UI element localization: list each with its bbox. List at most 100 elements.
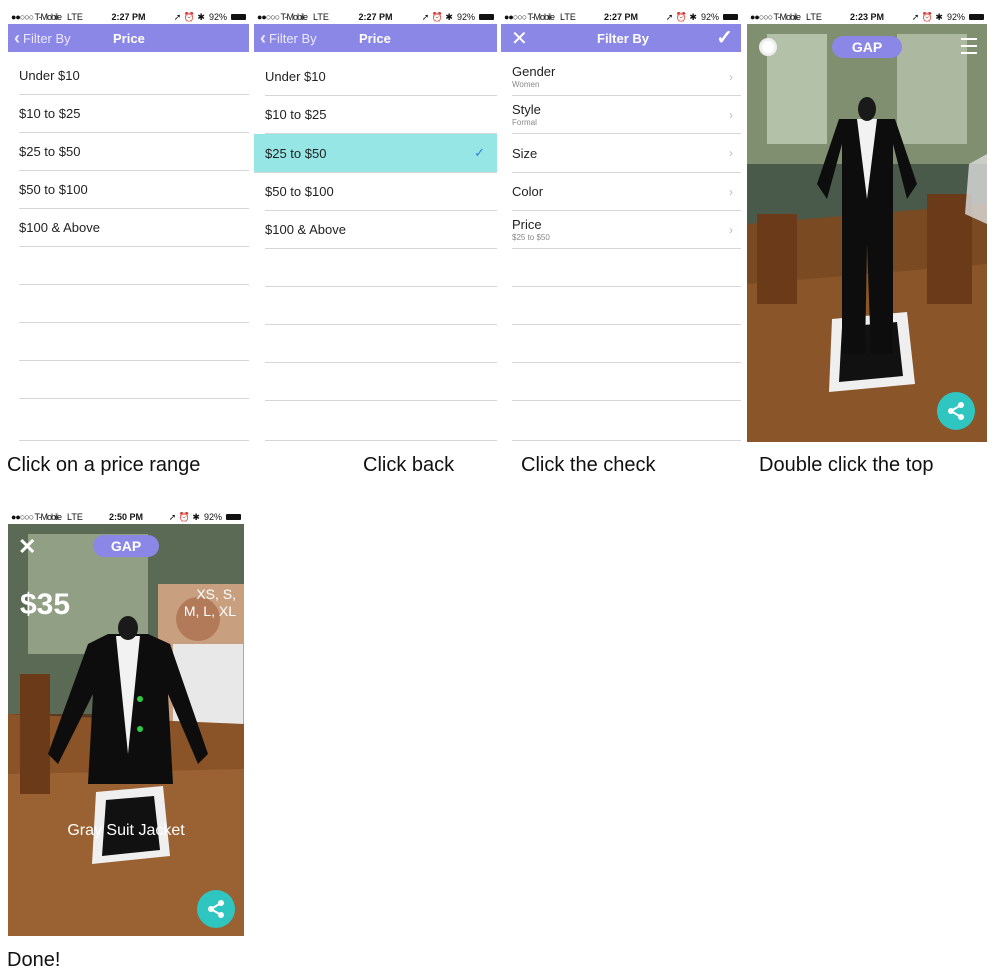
battery-level: 92%	[456, 12, 475, 22]
caption-step-4: Double click the top	[759, 454, 934, 476]
status-icons: ➚ ⏰ ✱	[911, 11, 943, 22]
nav-title: Price	[113, 30, 145, 46]
clock: 2:27 PM	[358, 12, 393, 22]
sizes-line: M, L, XL	[183, 603, 236, 619]
row-label: $50 to $100	[19, 182, 88, 197]
network: LTE	[313, 12, 329, 22]
carrier: ●●○○○ T-Mobile	[750, 12, 801, 22]
back-label: Filter By	[269, 30, 317, 46]
row-label: $100 & Above	[19, 220, 100, 235]
empty-row	[512, 363, 741, 401]
status-icons: ➚ ⏰ ✱	[665, 11, 697, 22]
back-button[interactable]: ‹ Filter By	[14, 24, 71, 52]
sizes-label: XS, S, M, L, XL	[184, 586, 236, 620]
nav-title: Filter By	[597, 30, 650, 46]
filter-row-size[interactable]: Size ›	[512, 134, 741, 173]
carrier: ●●○○○ T-Mobile	[504, 12, 555, 22]
screen-ar-view: ●●○○○ T-Mobile LTE 2:23 PM ➚ ⏰ ✱ 92% GAP	[747, 10, 987, 442]
network: LTE	[806, 12, 822, 22]
list-item-selected[interactable]: $25 to $50 ✓	[254, 134, 497, 173]
status-bar: ●●○○○ T-Mobile LTE 2:23 PM ➚ ⏰ ✱ 92%	[747, 10, 987, 24]
carrier: ●●○○○ T-Mobile	[257, 12, 308, 22]
caption-step-5: Done!	[7, 949, 61, 971]
filter-row-style[interactable]: Style Formal ›	[512, 96, 741, 134]
list-item[interactable]: Under $10	[19, 57, 249, 95]
list-item[interactable]: $25 to $50	[19, 133, 249, 171]
list-item[interactable]: $10 to $25	[265, 96, 497, 134]
battery-level: 92%	[208, 12, 227, 22]
empty-row	[19, 323, 249, 361]
carrier: ●●○○○ T-Mobile	[11, 12, 62, 22]
battery-level: 92%	[203, 512, 222, 522]
list-item[interactable]: $100 & Above	[265, 211, 497, 249]
caption-step-1: Click on a price range	[7, 454, 201, 476]
network: LTE	[67, 512, 83, 522]
close-icon[interactable]: ✕	[18, 534, 36, 560]
row-label: $50 to $100	[265, 184, 334, 199]
nav-bar: ✕ Filter By ✓	[501, 24, 741, 52]
list-item[interactable]: $100 & Above	[19, 209, 249, 247]
empty-row	[265, 249, 497, 287]
battery-icon	[226, 514, 241, 520]
share-icon	[208, 900, 224, 918]
brand-badge: GAP	[93, 535, 159, 557]
list-item[interactable]: $50 to $100	[19, 171, 249, 209]
row-label: Under $10	[19, 68, 80, 83]
row-label: Under $10	[265, 69, 326, 84]
nav-bar: ‹ Filter By Price	[254, 24, 497, 52]
brand-badge: GAP	[832, 36, 902, 58]
empty-row	[512, 287, 741, 325]
empty-row	[19, 361, 249, 399]
screen-price-selected: ●●○○○ T-Mobile LTE 2:27 PM ➚ ⏰ ✱ 92% ‹ Fi…	[254, 10, 497, 442]
watch-icon[interactable]	[759, 38, 777, 56]
chevron-left-icon: ‹	[14, 27, 20, 48]
filter-row-gender[interactable]: Gender Women ›	[512, 58, 741, 96]
row-value: $25 to $50	[512, 233, 550, 242]
sizes-line: XS, S,	[196, 586, 236, 602]
filter-row-color[interactable]: Color ›	[512, 173, 741, 211]
list-item[interactable]: Under $10	[265, 58, 497, 96]
battery-level: 92%	[946, 12, 965, 22]
status-icons: ➚ ⏰ ✱	[168, 511, 200, 522]
clock: 2:50 PM	[108, 512, 144, 522]
battery-level: 92%	[700, 12, 719, 22]
network: LTE	[560, 12, 576, 22]
share-button[interactable]	[937, 392, 975, 430]
close-icon[interactable]: ✕	[511, 26, 528, 51]
check-icon[interactable]: ✓	[716, 25, 733, 50]
empty-row	[265, 287, 497, 325]
battery-icon	[479, 14, 494, 20]
back-button[interactable]: ‹ Filter By	[260, 24, 317, 52]
battery-icon	[723, 14, 738, 20]
status-bar: ●●○○○ T-Mobile LTE 2:27 PM ➚ ⏰ ✱ 92%	[254, 10, 497, 24]
status-bar: ●●○○○ T-Mobile LTE 2:27 PM ➚ ⏰ ✱ 92%	[501, 10, 741, 24]
empty-row	[512, 325, 741, 363]
battery-icon	[231, 14, 246, 20]
chevron-left-icon: ‹	[260, 27, 266, 48]
status-icons: ➚ ⏰ ✱	[173, 11, 205, 22]
row-label: Style	[512, 102, 541, 117]
settings-sliders-icon[interactable]	[961, 38, 977, 54]
empty-row	[19, 399, 249, 441]
row-label: $25 to $50	[265, 145, 327, 161]
checkmark-icon: ✓	[474, 145, 485, 160]
list-item[interactable]: $50 to $100	[265, 173, 497, 211]
caption-step-2: Click back	[363, 454, 455, 476]
screen-price-filter: ●●○○○ T-Mobile LTE 2:27 PM ➚ ⏰ ✱ 92% ‹ Fi…	[8, 10, 249, 442]
network: LTE	[67, 12, 83, 22]
row-label: $100 & Above	[265, 222, 346, 237]
list-item[interactable]: $10 to $25	[19, 95, 249, 133]
filter-row-price[interactable]: Price $25 to $50 ›	[512, 211, 741, 249]
status-bar: ●●○○○ T-Mobile LTE 2:50 PM ➚ ⏰ ✱ 92%	[8, 510, 244, 524]
carrier: ●●○○○ T-Mobile	[11, 512, 62, 522]
empty-row	[512, 249, 741, 287]
empty-row	[265, 401, 497, 441]
row-label: $25 to $50	[19, 144, 81, 159]
chevron-right-icon: ›	[729, 222, 733, 237]
nav-title: Price	[359, 30, 391, 46]
row-label: Gender	[512, 64, 556, 79]
share-button[interactable]	[197, 890, 235, 928]
chevron-right-icon: ›	[729, 69, 733, 84]
row-value: Women	[512, 80, 540, 89]
empty-row	[19, 247, 249, 285]
